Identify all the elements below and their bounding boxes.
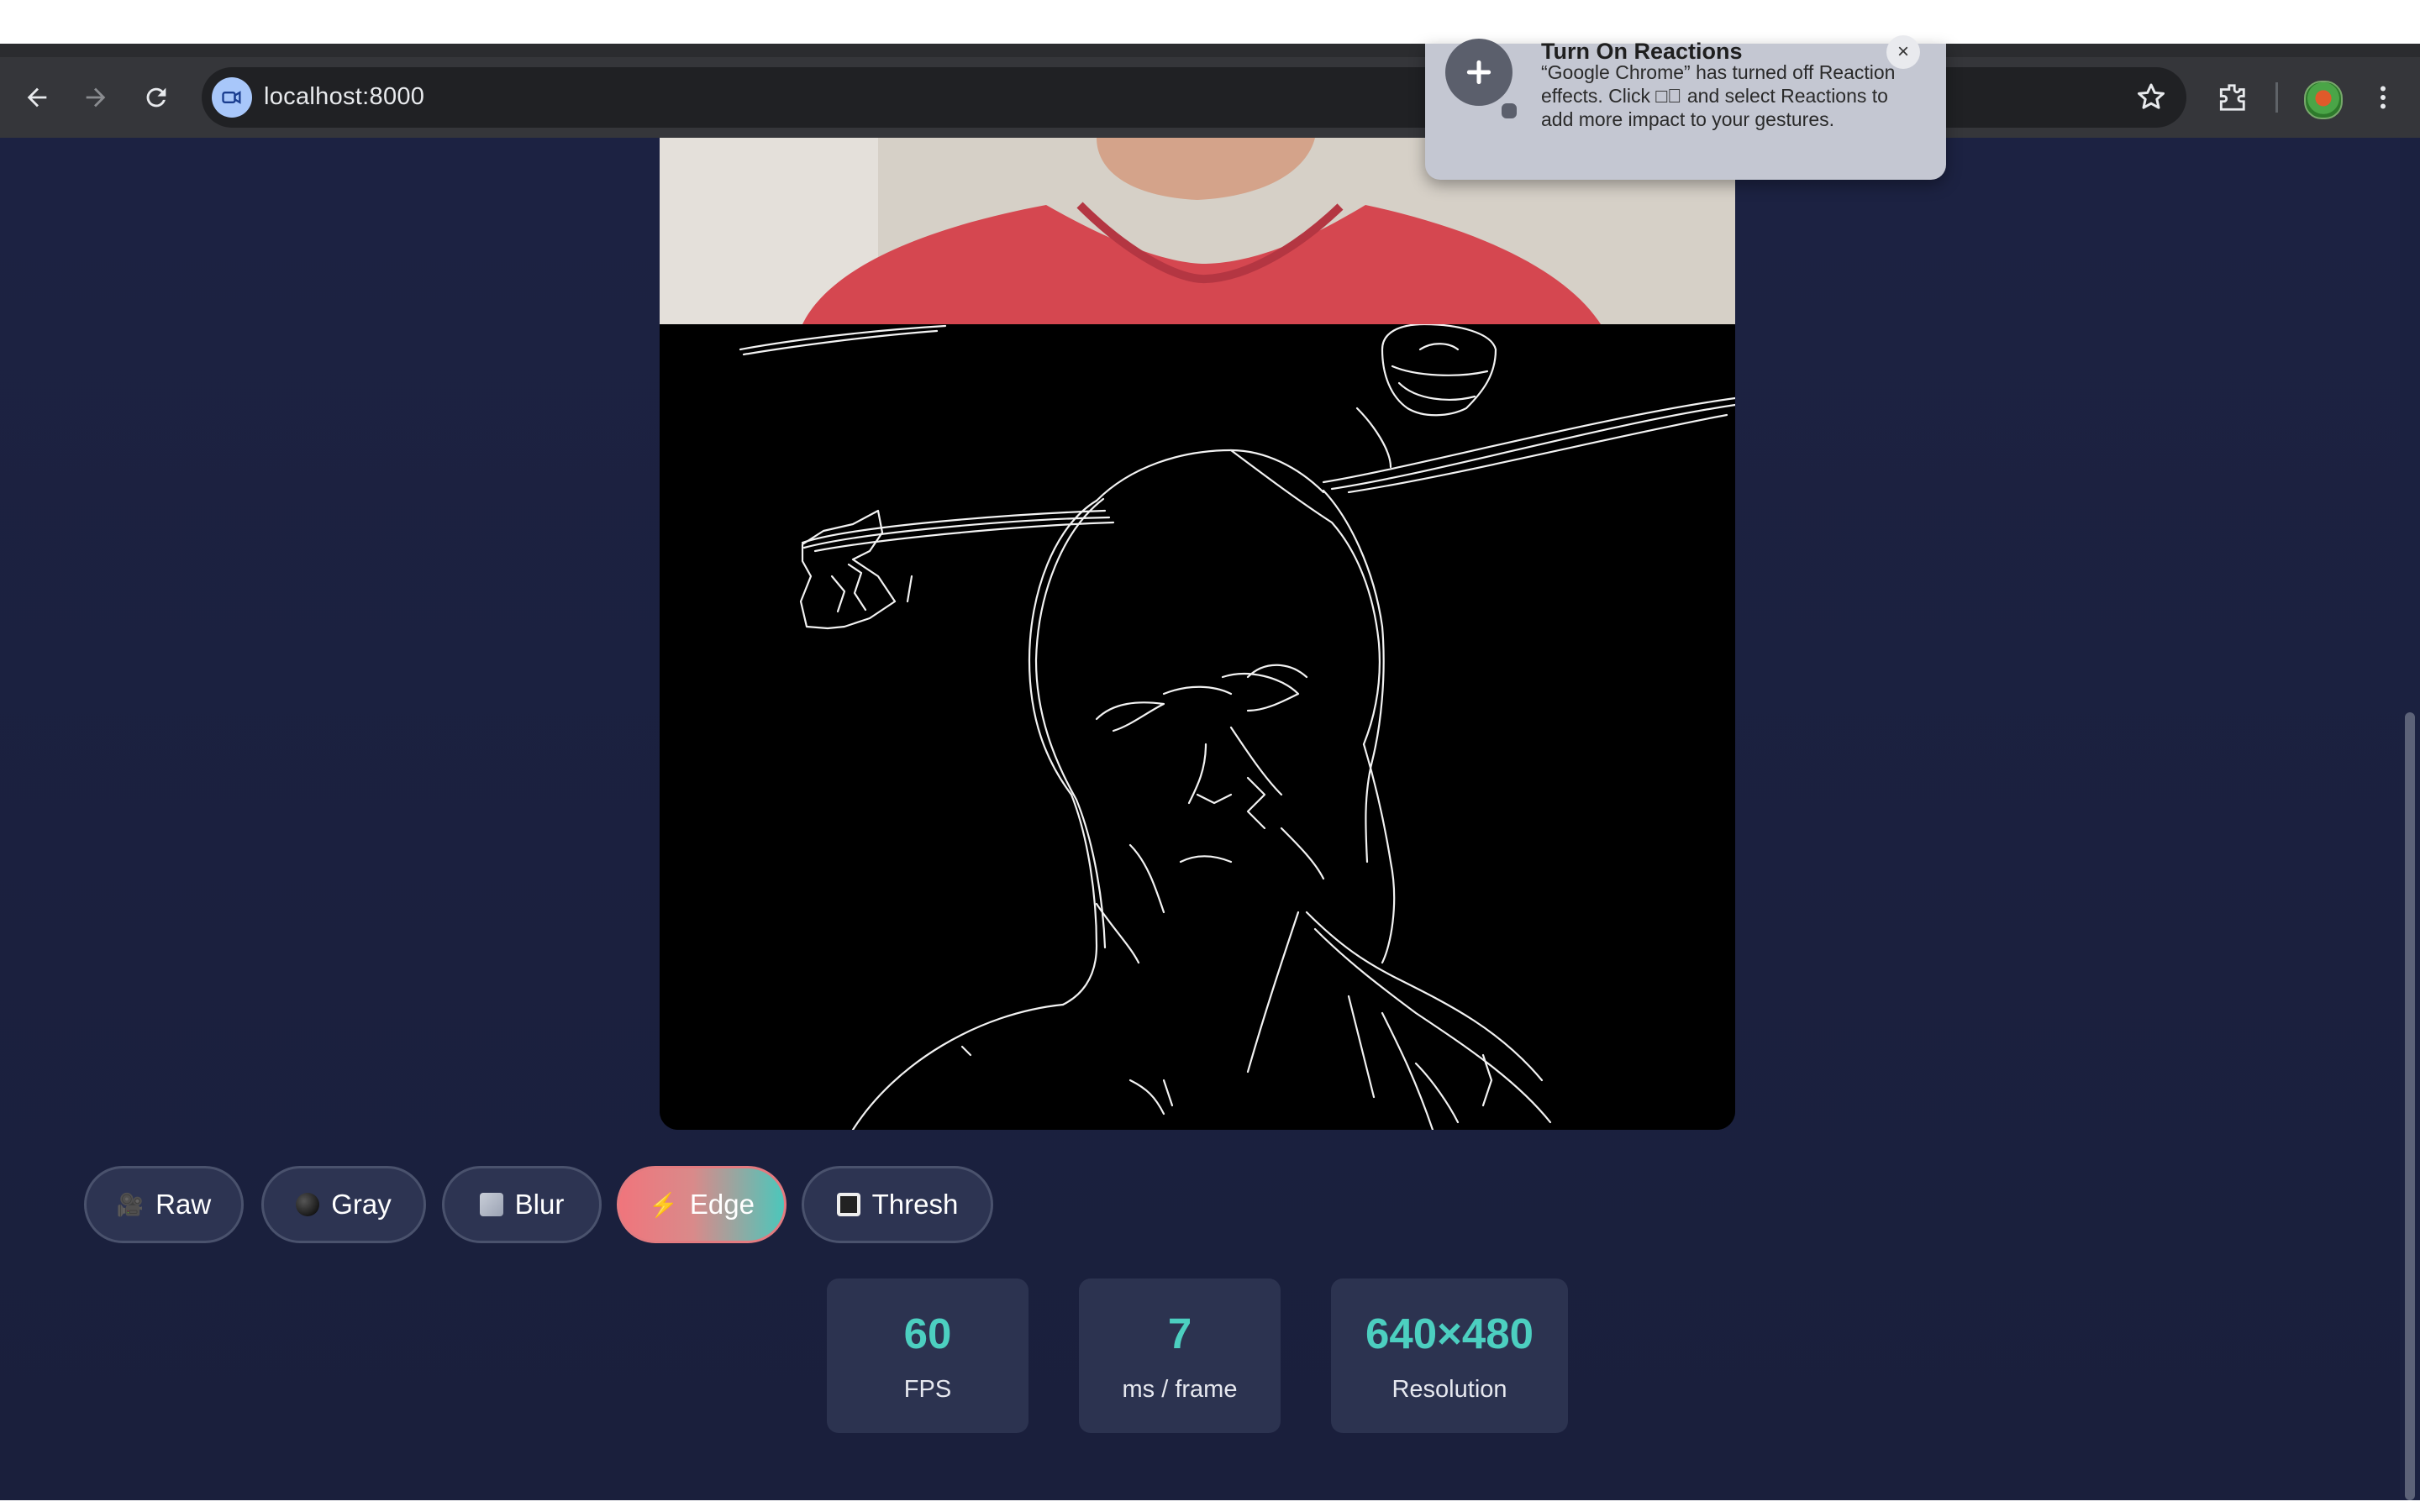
filter-label: Gray (331, 1189, 392, 1220)
window-bottom-edge (0, 1500, 2420, 1512)
more-menu-icon[interactable] (2363, 77, 2403, 118)
stat-ms-per-frame: 7 ms / frame (1079, 1278, 1281, 1433)
stat-label: FPS (903, 1376, 952, 1403)
filter-button-row: 🎥 Raw Gray Blur ⚡ Edge Thresh (0, 1166, 2400, 1247)
filter-raw-button[interactable]: 🎥 Raw (84, 1166, 244, 1243)
filter-label: Blur (514, 1189, 565, 1220)
stat-label: Resolution (1392, 1376, 1507, 1403)
filter-thresh-button[interactable]: Thresh (802, 1166, 993, 1243)
filter-label: Thresh (871, 1189, 959, 1220)
edge-detection-canvas (660, 323, 1735, 1130)
add-reaction-icon (1445, 39, 1512, 106)
fog-icon (479, 1193, 503, 1216)
stat-label: ms / frame (1122, 1376, 1238, 1403)
status-dot (1499, 101, 1519, 121)
back-icon[interactable] (15, 76, 59, 119)
square-button-icon (836, 1193, 860, 1216)
browser-toolbar: localhost:8000 (0, 57, 2420, 138)
reload-icon[interactable] (134, 76, 178, 119)
stat-value: 60 (903, 1310, 952, 1357)
extensions-icon[interactable] (2212, 77, 2252, 118)
video-camera-icon: 🎥 (116, 1191, 145, 1217)
popup-body: “Google Chrome” has turned off Reaction … (1541, 61, 1896, 130)
url-text[interactable]: localhost:8000 (264, 83, 424, 111)
stat-fps: 60 FPS (827, 1278, 1028, 1433)
star-icon[interactable] (2134, 81, 2168, 114)
toolbar-separator (2275, 82, 2278, 113)
stat-resolution: 640×480 Resolution (1331, 1278, 1568, 1433)
filter-blur-button[interactable]: Blur (442, 1166, 602, 1243)
close-icon[interactable]: × (1886, 35, 1920, 69)
scrollbar-thumb[interactable] (2405, 712, 2415, 1500)
stat-value: 640×480 (1365, 1310, 1534, 1357)
stat-value: 7 (1167, 1310, 1192, 1357)
filter-gray-button[interactable]: Gray (261, 1166, 426, 1243)
black-circle-icon (296, 1193, 320, 1216)
filter-label: Raw (155, 1189, 212, 1220)
filter-edge-button[interactable]: ⚡ Edge (617, 1166, 786, 1243)
video-panel (660, 138, 1735, 1130)
camera-icon[interactable] (212, 77, 252, 118)
window-top-strip (0, 0, 2420, 44)
reactions-notification: Turn On Reactions “Google Chrome” has tu… (1425, 35, 1946, 180)
lightning-icon: ⚡ (649, 1191, 678, 1218)
forward-icon[interactable] (74, 76, 118, 119)
filter-label: Edge (689, 1189, 755, 1220)
profile-avatar[interactable] (2304, 81, 2343, 119)
page-content: 🎥 Raw Gray Blur ⚡ Edge Thresh 60 FPS 7 m… (0, 138, 2400, 1500)
